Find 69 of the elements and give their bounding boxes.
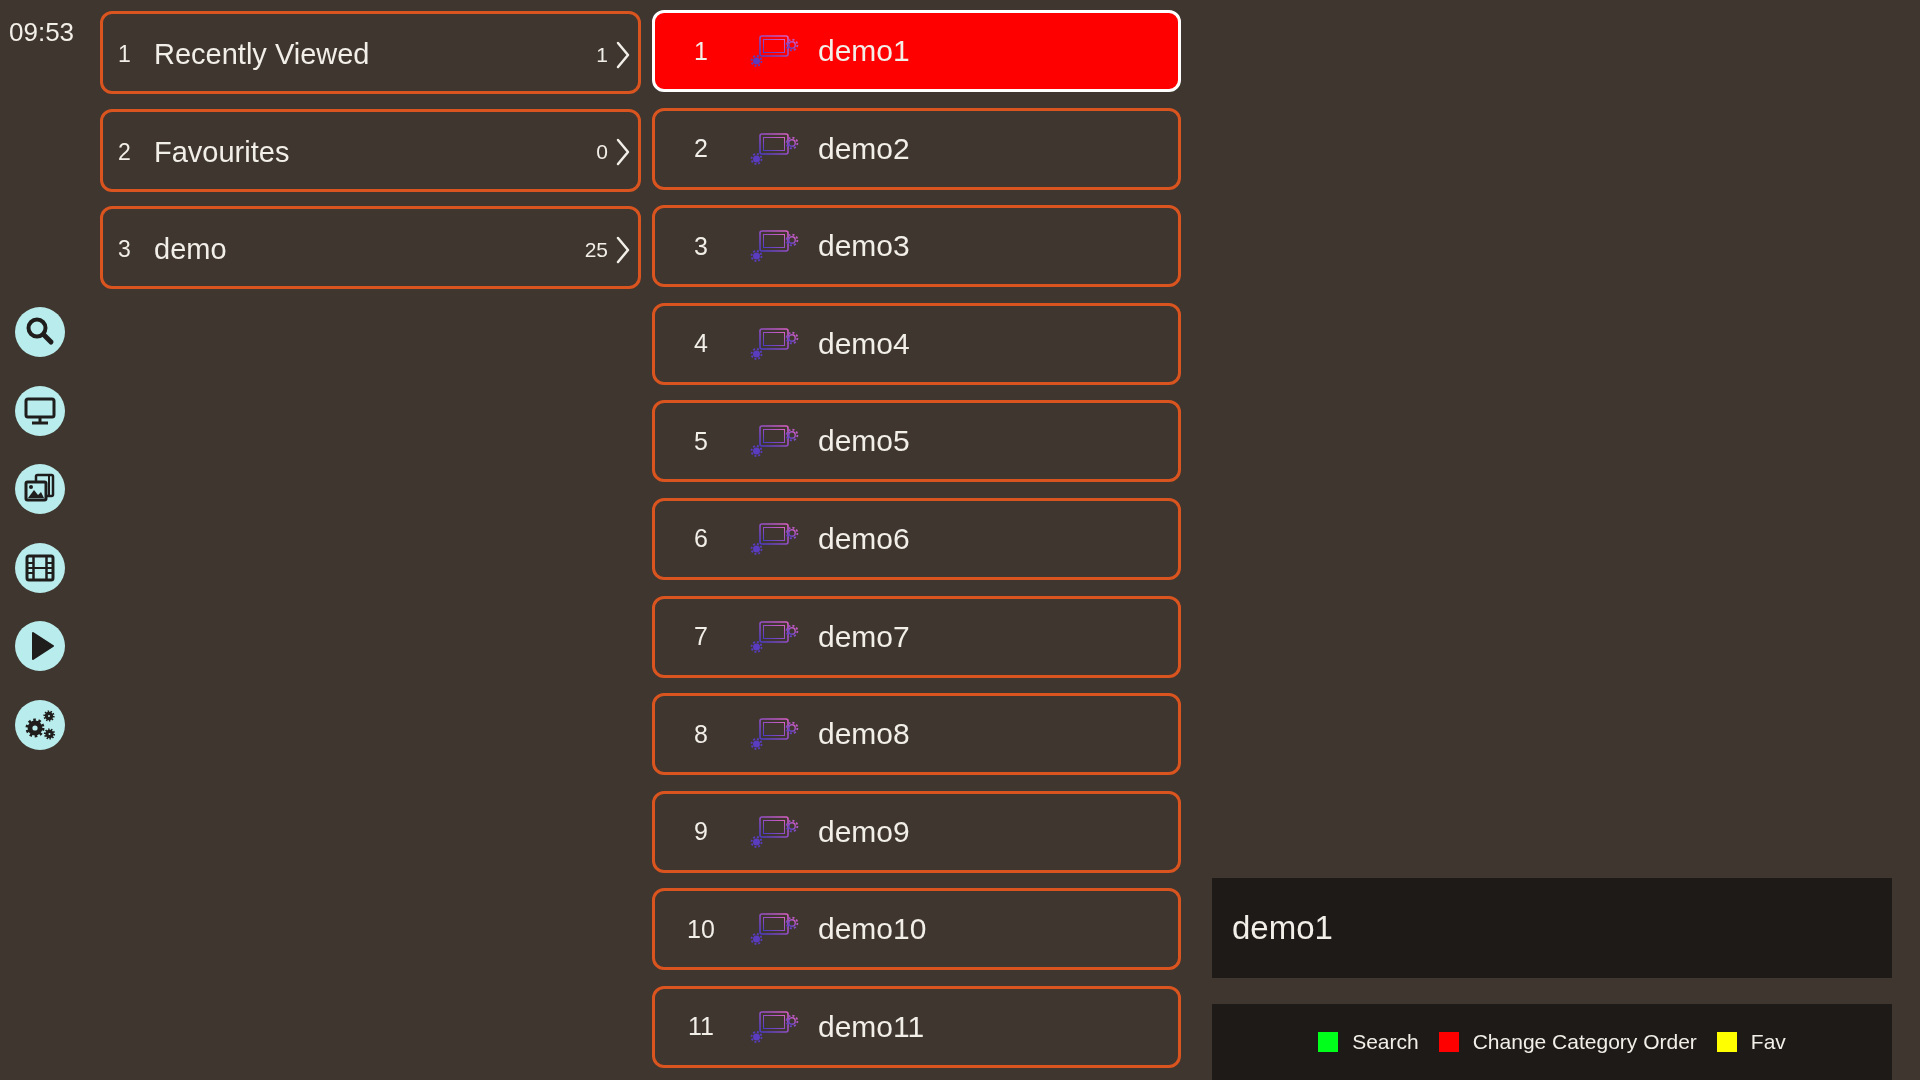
channel-item[interactable]: 2 demo2 (652, 107, 1181, 190)
channel-name: demo8 (818, 717, 910, 752)
channel-name: demo10 (818, 912, 927, 947)
legend-label: Search (1352, 1030, 1419, 1054)
channel-name: demo7 (818, 619, 910, 654)
channel-item[interactable]: 6 demo6 (652, 497, 1181, 580)
channel-name: demo5 (818, 424, 910, 459)
item-number: 2 (118, 138, 132, 166)
category-item[interactable]: 3 demo 25 (100, 206, 641, 289)
monitor-gear-icon (750, 619, 800, 654)
monitor-gear-icon (750, 424, 800, 459)
category-name: demo (154, 233, 228, 266)
photos-icon[interactable] (15, 464, 65, 515)
monitor-gear-icon (750, 521, 800, 556)
chevron-icon (616, 40, 630, 69)
clock: 09:53 (9, 16, 75, 48)
monitor-gear-icon (750, 912, 800, 947)
channel-number: 1 (693, 36, 709, 66)
item-count: 1 (596, 42, 608, 67)
channel-item[interactable]: 4 demo4 (652, 302, 1181, 385)
channel-number: 3 (693, 231, 709, 261)
legend-label: Fav (1750, 1030, 1786, 1054)
item-number: 3 (118, 236, 132, 263)
channel-name: demo9 (818, 814, 910, 849)
channel-item[interactable]: 7 demo7 (652, 595, 1181, 678)
chevron-icon (616, 235, 630, 264)
channel-name: demo4 (818, 326, 910, 361)
category-item[interactable]: 2 Favourites 0 (100, 108, 641, 192)
category-name: Favourites (154, 135, 291, 169)
channel-number: 11 (687, 1012, 715, 1042)
monitor-gear-icon (750, 34, 800, 68)
monitor-gear-icon (750, 717, 800, 752)
monitor-gear-icon (750, 131, 800, 166)
channel-name: demo6 (818, 521, 910, 556)
channel-item[interactable]: 5 demo5 (652, 400, 1181, 483)
settings-icon[interactable] (15, 699, 65, 750)
category-item[interactable]: 1 Recently Viewed 1 (100, 11, 641, 94)
item-count: 25 (584, 237, 608, 262)
channel-name: demo2 (818, 131, 910, 166)
channel-number: 8 (693, 719, 709, 749)
channel-item[interactable]: 3 demo3 (652, 205, 1181, 288)
channel-item[interactable]: 9 demo9 (652, 790, 1181, 873)
item-count: 0 (596, 140, 608, 164)
legend-label: Change Category Order (1472, 1030, 1697, 1054)
channel-number: 10 (686, 914, 716, 944)
channel-item[interactable]: 8 demo8 (652, 693, 1181, 776)
channel-number: 2 (693, 134, 709, 164)
channel-number: 7 (693, 622, 709, 652)
channel-title: demo1 (1232, 909, 1333, 947)
channel-name: demo3 (818, 229, 910, 264)
play-icon[interactable] (15, 621, 65, 672)
monitor-gear-icon (750, 814, 800, 849)
channel-number: 5 (693, 426, 709, 456)
item-number: 1 (118, 41, 132, 68)
channel-item[interactable]: 11 demo11 (652, 985, 1181, 1068)
monitor-gear-icon (750, 326, 800, 361)
monitor-icon[interactable] (15, 385, 65, 436)
channel-number: 6 (693, 524, 709, 554)
channel-item[interactable]: 10 demo10 (652, 888, 1181, 971)
channel-name: demo11 (818, 1009, 925, 1044)
chevron-icon (616, 138, 630, 166)
search-icon[interactable] (15, 307, 65, 357)
film-icon[interactable] (15, 542, 65, 593)
monitor-gear-icon (750, 229, 800, 264)
channel-name: demo1 (818, 34, 910, 68)
category-name: Recently Viewed (154, 38, 371, 71)
monitor-gear-icon (750, 1009, 800, 1044)
channel-number: 4 (693, 329, 709, 359)
channel-number: 9 (693, 817, 709, 847)
